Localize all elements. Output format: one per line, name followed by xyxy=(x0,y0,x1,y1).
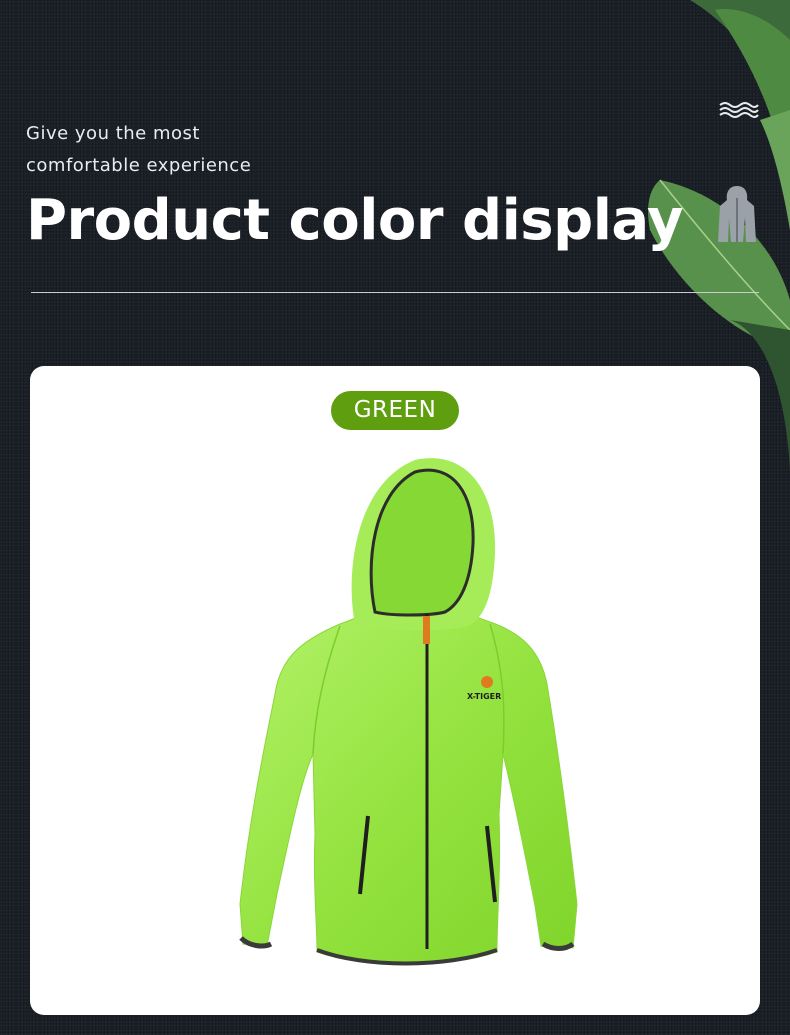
waves-icon xyxy=(719,102,759,118)
divider xyxy=(31,292,759,293)
color-label-badge: GREEN xyxy=(331,391,459,430)
subtitle-line-2: comfortable experience xyxy=(26,155,252,176)
product-card: GREEN X-TIGER xyxy=(30,366,760,1015)
page-title: Product color display xyxy=(26,188,683,253)
brand-logo-text: X-TIGER xyxy=(467,692,501,701)
subtitle-line-1: Give you the most xyxy=(26,123,200,144)
hooded-jacket-icon xyxy=(718,186,756,242)
subtitle: Give you the most comfortable experience xyxy=(26,118,251,182)
green-jacket-image: X-TIGER xyxy=(239,458,578,966)
